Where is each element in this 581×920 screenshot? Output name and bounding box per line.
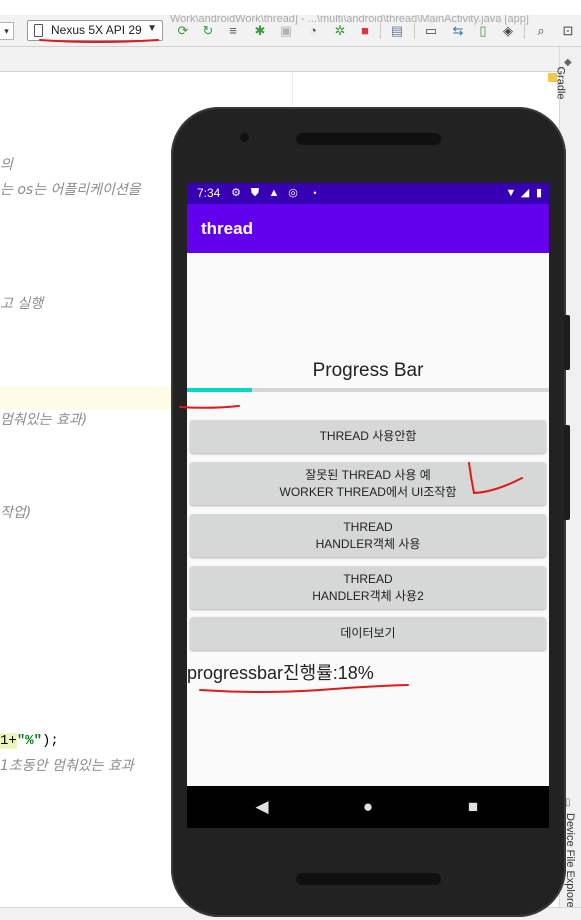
dot-icon: • [313,188,317,198]
device-select[interactable]: Nexus 5X API 29 ▼ [27,20,163,41]
apply-code-changes-icon[interactable]: ↻ [200,23,216,39]
ide-toolbar: Work\androidWork\thread] - ...\multi\and… [0,15,581,47]
code-comment-line: 고 실행 [0,296,44,312]
device-screen[interactable]: 7:34 ⚙ ⛊ ▲ ◎ • ▼ ◢ ▮ thread Progress Bar… [187,183,549,828]
code-token: 1+ [0,733,17,749]
editor-tab-strip [0,47,559,72]
android-nav-bar: ◀ ● ■ [187,786,549,828]
code-comment-line: 1초동안 멈춰있는 효과 [0,758,134,774]
code-string-literal: "%" [16,733,43,749]
button-label: THREAD 사용안함 [319,429,417,443]
progress-bar-label: Progress Bar [312,360,424,381]
signal-icon: ◢ [520,187,530,199]
code-line: 1+"%"); [0,733,59,749]
handler2-button[interactable]: THREAD HANDLER객체 사용2 [190,566,546,609]
thread-unused-button[interactable]: THREAD 사용안함 [190,420,546,453]
project-structure-icon[interactable]: ▤ [389,23,405,39]
toolbar-divider [524,23,525,39]
power-button[interactable] [564,315,570,370]
coverage-icon[interactable]: ▣ [278,23,294,39]
sdk-manager-icon[interactable]: ▯ [475,23,491,39]
app-bar: thread [187,204,549,253]
volume-button[interactable] [564,425,570,520]
ide-window: Work\androidWork\thread] - ...\multi\and… [0,0,581,920]
progress-result-text: progressbar진행률:18% [187,663,374,683]
code-comment-line: 작업) [0,505,32,521]
sync-gradle-icon[interactable]: ⇆ [450,23,466,39]
button-label: HANDLER객체 사용2 [312,588,424,603]
toolbar-divider [414,23,415,39]
progress-bar-fill [187,388,252,392]
back-icon[interactable]: ◀ [252,797,272,817]
battery-icon: ▮ [535,187,543,199]
button-label: THREAD [343,571,393,586]
status-time: 7:34 [197,186,221,200]
android-status-bar: 7:34 ⚙ ⛊ ▲ ◎ • ▼ ◢ ▮ [187,183,549,204]
settings-gear-icon: ⚙ [231,187,241,199]
device-select-label: Nexus 5X API 29 [51,23,142,37]
toolbar-divider [380,23,381,39]
speaker-grille-top [296,133,441,145]
sync-icon: ◎ [288,187,298,199]
profile-icon[interactable]: ◔ [305,23,321,39]
gradle-tab-label: Gradle [554,66,567,100]
progress-bar [187,388,549,392]
more-icon[interactable]: ⊡ [560,23,576,39]
button-label: THREAD [343,519,393,534]
phone-icon [34,24,43,37]
handler-button[interactable]: THREAD HANDLER객체 사용 [190,514,546,557]
android-a-icon: ▲ [268,187,280,199]
wrong-thread-button[interactable]: 잘못된 THREAD 사용 예 WORKER THREAD에서 UI조작함 [190,462,546,505]
button-label: 잘못된 THREAD 사용 예 [305,467,431,482]
code-comment-line: 는 os는 어플리케이션을 [0,182,141,198]
shield-icon: ⛊ [250,187,260,199]
search-icon[interactable]: ⌕ [533,23,549,39]
attach-debugger-icon[interactable]: ✲ [332,23,348,39]
layout-inspector-icon[interactable]: ◈ [500,23,516,39]
apply-changes-icon[interactable]: ⟳ [175,23,191,39]
gradle-tool-tab[interactable]: ◆ Gradle [555,55,580,115]
stop-icon[interactable]: ■ [357,23,373,39]
button-label: HANDLER객체 사용 [315,536,421,551]
button-label: WORKER THREAD에서 UI조작함 [279,484,457,499]
wifi-icon: ▼ [505,187,517,199]
code-token: ); [42,733,59,749]
speaker-grille-bottom [296,873,441,885]
debug-icon[interactable]: ✱ [252,23,268,39]
code-comment-line: 멈춰있는 효과) [0,412,88,428]
code-comment-line: 의 [0,157,13,173]
avd-manager-icon[interactable]: ▭ [423,23,439,39]
run-configs-icon[interactable]: ≡ [225,23,241,39]
view-data-button[interactable]: 데이터보기 [190,617,546,650]
recents-icon[interactable]: ■ [463,797,483,817]
button-label: 데이터보기 [340,626,396,640]
app-title: thread [201,219,253,238]
chevron-down-icon: ▼ [147,23,157,34]
config-dropdown-arrow[interactable]: ▾ [0,22,14,40]
current-line-highlight [0,387,175,409]
home-icon[interactable]: ● [358,797,378,817]
front-camera [240,133,249,142]
